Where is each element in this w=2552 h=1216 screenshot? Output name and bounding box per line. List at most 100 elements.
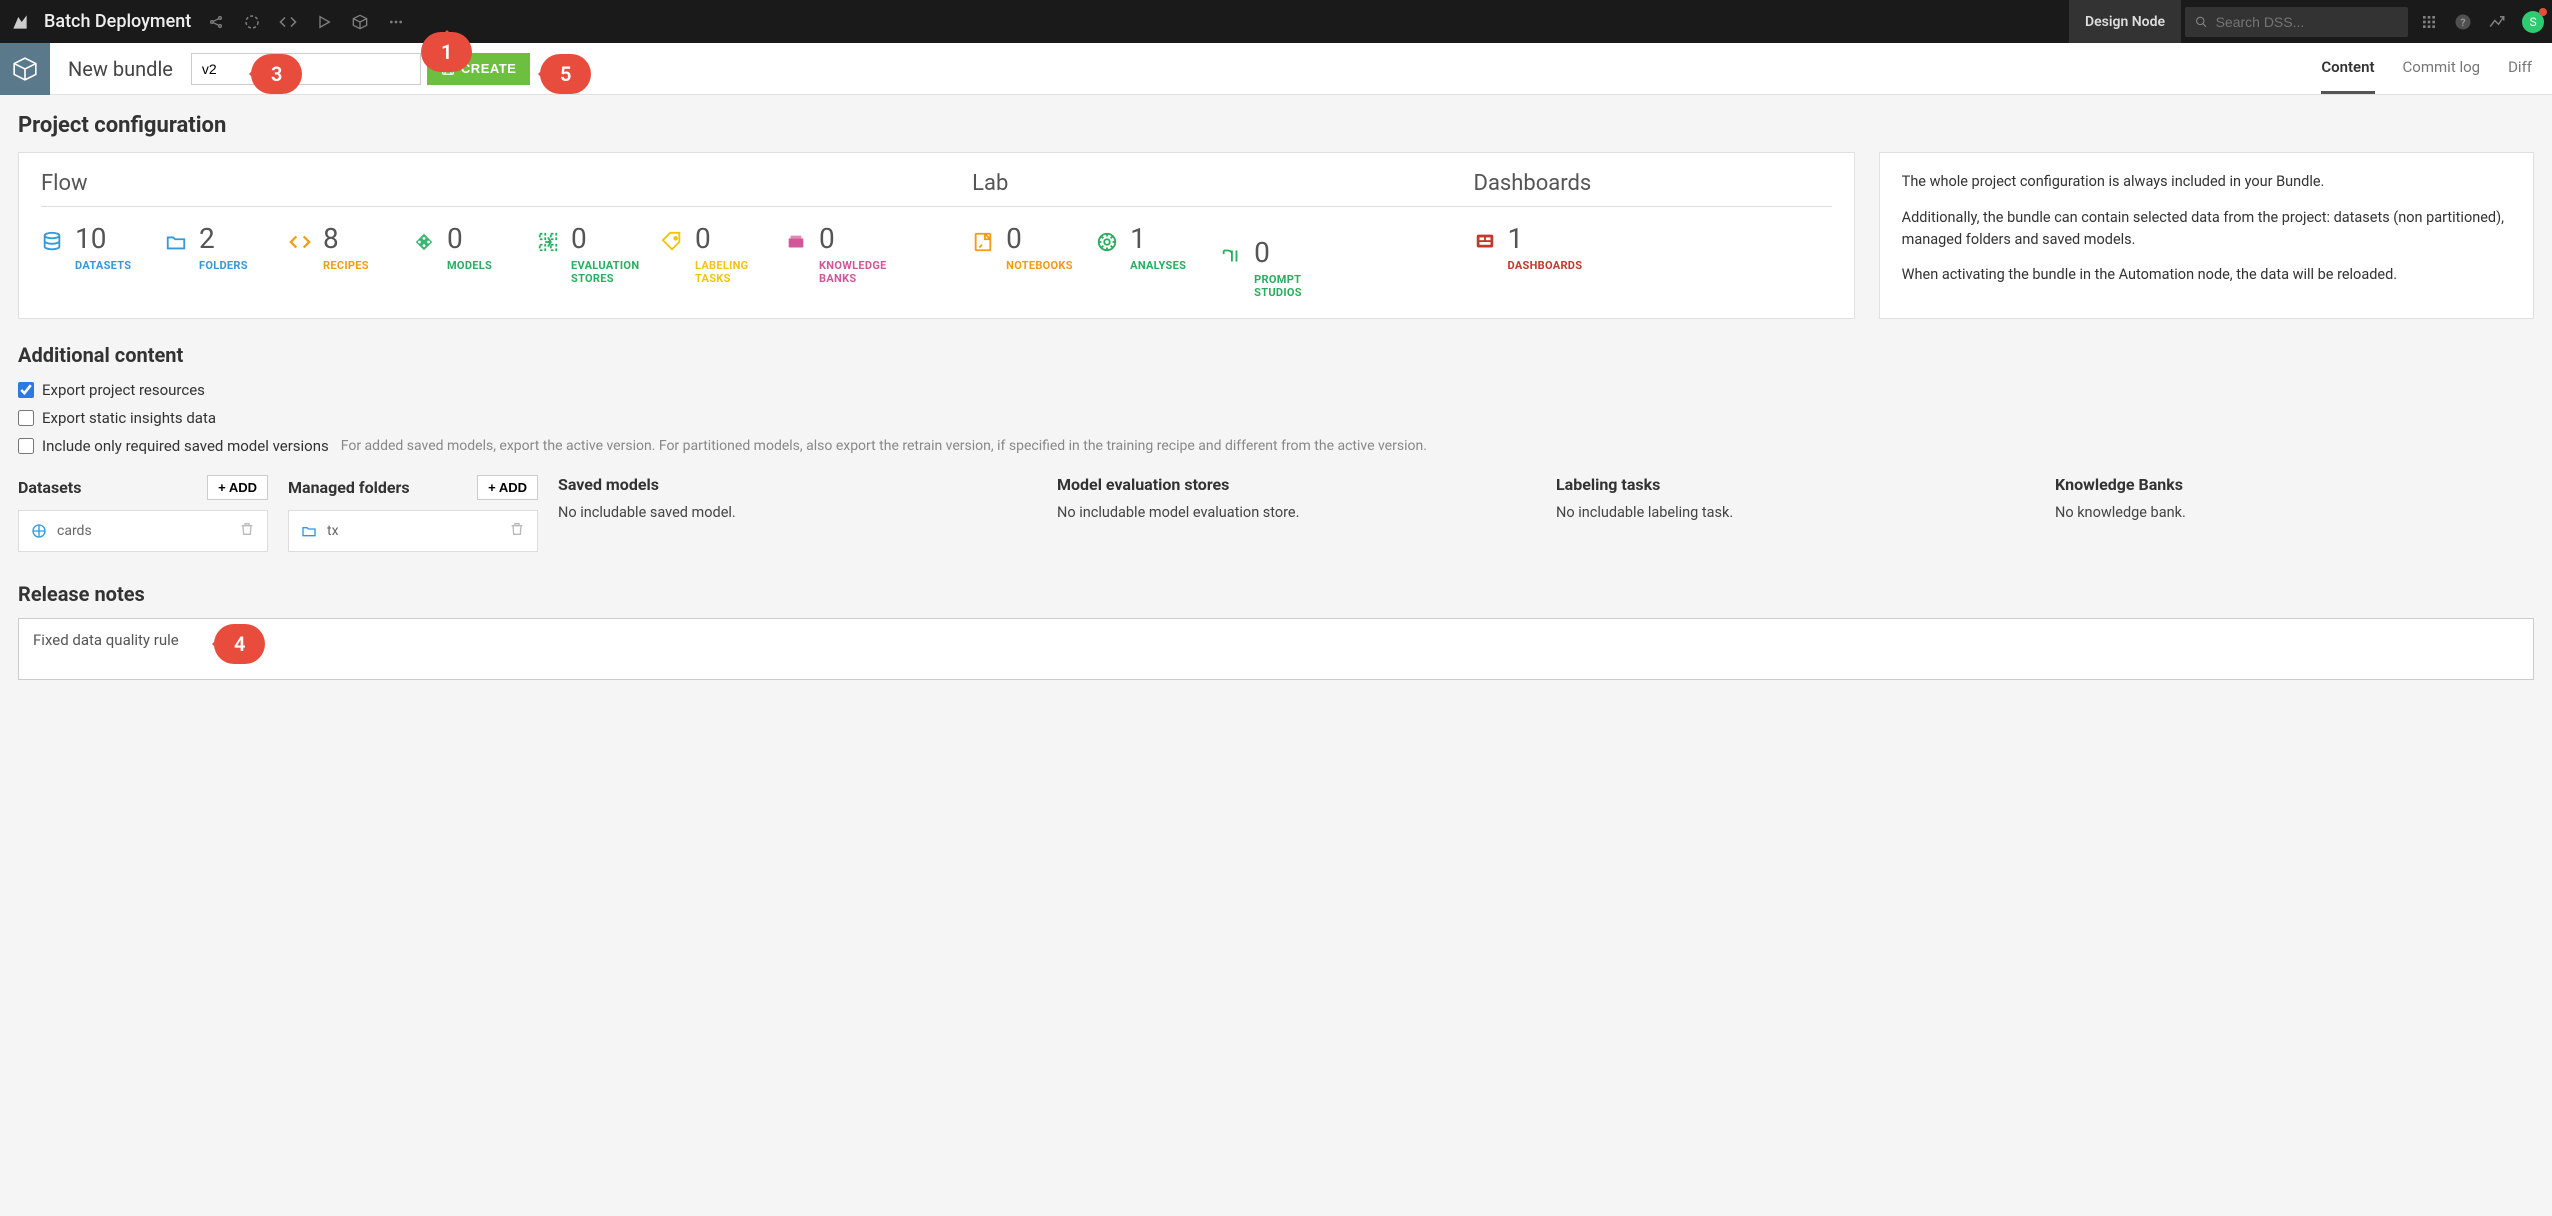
include-models-hint: For added saved models, export the activ… xyxy=(341,438,1427,454)
bundle-title: New bundle xyxy=(68,57,173,81)
apps-icon[interactable] xyxy=(2420,13,2438,31)
callout-4: 4 xyxy=(214,624,265,664)
eval-empty: No includable model evaluation store. xyxy=(1057,504,1536,521)
tab-commit-log[interactable]: Commit log xyxy=(2403,43,2481,94)
trash-icon[interactable] xyxy=(239,521,255,541)
user-avatar[interactable]: S xyxy=(2522,11,2544,33)
checkbox-export-resources[interactable] xyxy=(18,382,34,398)
config-col-lab: Lab 0NOTEBOOKS 1ANALYSES 0PROMPT STUD xyxy=(972,171,1473,299)
design-node-badge[interactable]: Design Node xyxy=(2069,0,2181,43)
eval-stores-icon xyxy=(537,231,559,253)
stat-folders: 2FOLDERS xyxy=(165,225,289,285)
folders-icon xyxy=(165,231,187,253)
datasets-col-title: Datasets xyxy=(18,478,81,497)
right-icon-group: ? S xyxy=(2420,11,2544,33)
config-col-flow: Flow 10DATASETS 2FOLDERS 8RECIPES xyxy=(41,171,972,299)
dataset-item: cards xyxy=(18,510,268,552)
add-col-folders: Managed folders + ADD tx xyxy=(288,475,538,552)
flow-heading: Flow xyxy=(41,171,972,207)
stat-models: 0MODELS xyxy=(413,225,537,285)
stat-labeling: 0LABELING TASKS xyxy=(661,225,785,285)
folders-col-title: Managed folders xyxy=(288,478,410,497)
dashboards-icon xyxy=(1474,231,1496,253)
release-notes-input[interactable] xyxy=(18,618,2534,680)
bundle-bar: New bundle CREATE Content Commit log Dif… xyxy=(0,43,2552,95)
info-p1: The whole project configuration is alway… xyxy=(1902,171,2511,193)
callout-1: 1 xyxy=(421,32,472,72)
app-logo-icon[interactable] xyxy=(8,10,32,34)
callout-5: 5 xyxy=(540,54,591,94)
add-col-saved-models: Saved models No includable saved model. xyxy=(558,475,1037,552)
saved-empty: No includable saved model. xyxy=(558,504,1037,521)
activity-icon[interactable] xyxy=(2488,13,2506,31)
analyses-icon xyxy=(1096,231,1118,253)
dashboards-heading: Dashboards xyxy=(1474,171,1832,207)
add-col-eval-stores: Model evaluation stores No includable mo… xyxy=(1057,475,1536,552)
knowledge-col-title: Knowledge Banks xyxy=(2055,475,2183,494)
search-input[interactable] xyxy=(2216,14,2398,30)
stat-eval-stores: 0EVALUATION STORES xyxy=(537,225,661,285)
info-p2: Additionally, the bundle can contain sel… xyxy=(1902,207,2511,251)
project-config-title: Project configuration xyxy=(18,113,2534,138)
help-icon[interactable]: ? xyxy=(2454,13,2472,31)
stat-notebooks: 0NOTEBOOKS xyxy=(972,225,1096,299)
config-panel: Flow 10DATASETS 2FOLDERS 8RECIPES xyxy=(18,152,1855,319)
stat-knowledge: 0KNOWLEDGE BANKS xyxy=(785,225,909,285)
labeling-icon xyxy=(661,231,683,253)
bundle-name-input[interactable] xyxy=(191,53,421,85)
saved-col-title: Saved models xyxy=(558,475,659,494)
models-icon xyxy=(413,231,435,253)
add-col-datasets: Datasets + ADD cards xyxy=(18,475,268,552)
add-dataset-button[interactable]: + ADD xyxy=(207,475,268,500)
tab-diff[interactable]: Diff xyxy=(2508,43,2532,94)
code-icon[interactable] xyxy=(279,13,297,31)
play-icon[interactable] xyxy=(315,13,333,31)
knowledge-empty: No knowledge bank. xyxy=(2055,504,2534,521)
release-notes-title: Release notes xyxy=(18,582,2534,606)
additional-content-title: Additional content xyxy=(18,343,2534,367)
dataset-item-name: cards xyxy=(57,523,92,539)
tab-content[interactable]: Content xyxy=(2321,43,2374,94)
info-p3: When activating the bundle in the Automa… xyxy=(1902,264,2511,286)
folder-item: tx xyxy=(288,510,538,552)
lab-heading: Lab xyxy=(972,171,1473,207)
check-export-static[interactable]: Export static insights data xyxy=(18,409,2534,427)
check-export-resources[interactable]: Export project resources xyxy=(18,381,2534,399)
dataset-item-icon xyxy=(31,523,47,539)
check-include-models[interactable]: Include only required saved model versio… xyxy=(18,437,2534,455)
prompt-icon xyxy=(1220,245,1242,267)
share-icon[interactable] xyxy=(207,13,225,31)
callout-3: 3 xyxy=(251,54,302,94)
labeling-empty: No includable labeling task. xyxy=(1556,504,2035,521)
trash-icon[interactable] xyxy=(509,521,525,541)
stat-datasets: 10DATASETS xyxy=(41,225,165,285)
search-icon xyxy=(2195,15,2208,29)
folder-item-name: tx xyxy=(327,523,339,539)
eval-col-title: Model evaluation stores xyxy=(1057,475,1229,494)
stat-analyses: 1ANALYSES xyxy=(1096,225,1220,299)
stat-dashboards: 1DASHBOARDS xyxy=(1474,225,1598,272)
bundle-tabs: Content Commit log Diff xyxy=(2321,43,2552,94)
config-col-dashboards: Dashboards 1DASHBOARDS xyxy=(1474,171,1832,299)
project-title[interactable]: Batch Deployment xyxy=(44,11,191,32)
datasets-icon xyxy=(41,231,63,253)
package-icon[interactable] xyxy=(351,13,369,31)
global-search[interactable] xyxy=(2185,7,2408,37)
add-col-labeling: Labeling tasks No includable labeling ta… xyxy=(1556,475,2035,552)
more-icon[interactable] xyxy=(387,13,405,31)
add-folder-button[interactable]: + ADD xyxy=(477,475,538,500)
svg-text:?: ? xyxy=(2460,15,2465,28)
checkbox-include-models[interactable] xyxy=(18,438,34,454)
notebooks-icon xyxy=(972,231,994,253)
checkbox-export-static[interactable] xyxy=(18,410,34,426)
stat-recipes: 8RECIPES xyxy=(289,225,413,285)
top-navbar: Batch Deployment Design Node ? S xyxy=(0,0,2552,43)
labeling-col-title: Labeling tasks xyxy=(1556,475,1660,494)
nav-icon-group xyxy=(207,13,405,31)
info-panel: The whole project configuration is alway… xyxy=(1879,152,2534,319)
bundle-icon[interactable] xyxy=(0,43,50,95)
folder-item-icon xyxy=(301,523,317,539)
recipes-icon xyxy=(289,231,311,253)
circle-icon[interactable] xyxy=(243,13,261,31)
knowledge-icon xyxy=(785,231,807,253)
